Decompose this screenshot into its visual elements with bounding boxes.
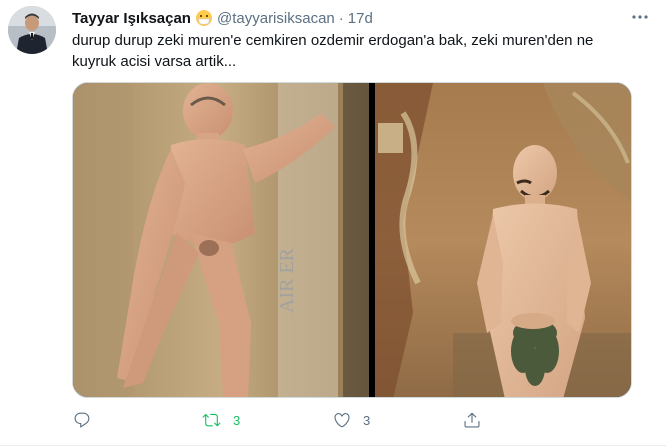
tweet-header: Tayyar Işıksaçan @tayyarisiksacan · 17d xyxy=(72,7,646,29)
retweet-icon xyxy=(202,411,221,430)
tweet[interactable]: Tayyar Işıksaçan @tayyarisiksacan · 17d … xyxy=(0,0,666,446)
more-options-icon[interactable] xyxy=(630,8,650,26)
mask-face-emoji xyxy=(195,9,213,27)
avatar[interactable] xyxy=(8,6,56,54)
right-photo xyxy=(375,83,631,397)
retweet-button[interactable]: 3 xyxy=(202,411,292,430)
retweet-count: 3 xyxy=(233,412,241,428)
like-count: 3 xyxy=(363,412,371,428)
tweet-media[interactable]: AIR ER xyxy=(72,82,632,398)
like-button[interactable]: 3 xyxy=(332,411,422,430)
user-handle[interactable]: @tayyarisiksacan xyxy=(217,10,335,27)
tweet-actions: 3 3 xyxy=(72,406,552,434)
tweet-text: durup durup zeki muren'e cemkiren ozdemi… xyxy=(72,32,594,70)
left-photo: AIR ER xyxy=(73,83,369,397)
svg-text:AIR ER: AIR ER xyxy=(276,247,298,313)
tweet-timestamp[interactable]: 17d xyxy=(348,10,373,27)
heart-icon xyxy=(332,411,351,430)
reply-button[interactable] xyxy=(72,411,162,430)
share-button[interactable] xyxy=(462,411,552,430)
display-name[interactable]: Tayyar Işıksaçan xyxy=(72,10,191,27)
separator-dot: · xyxy=(338,9,344,27)
reply-icon xyxy=(72,411,91,430)
share-icon xyxy=(462,411,481,430)
